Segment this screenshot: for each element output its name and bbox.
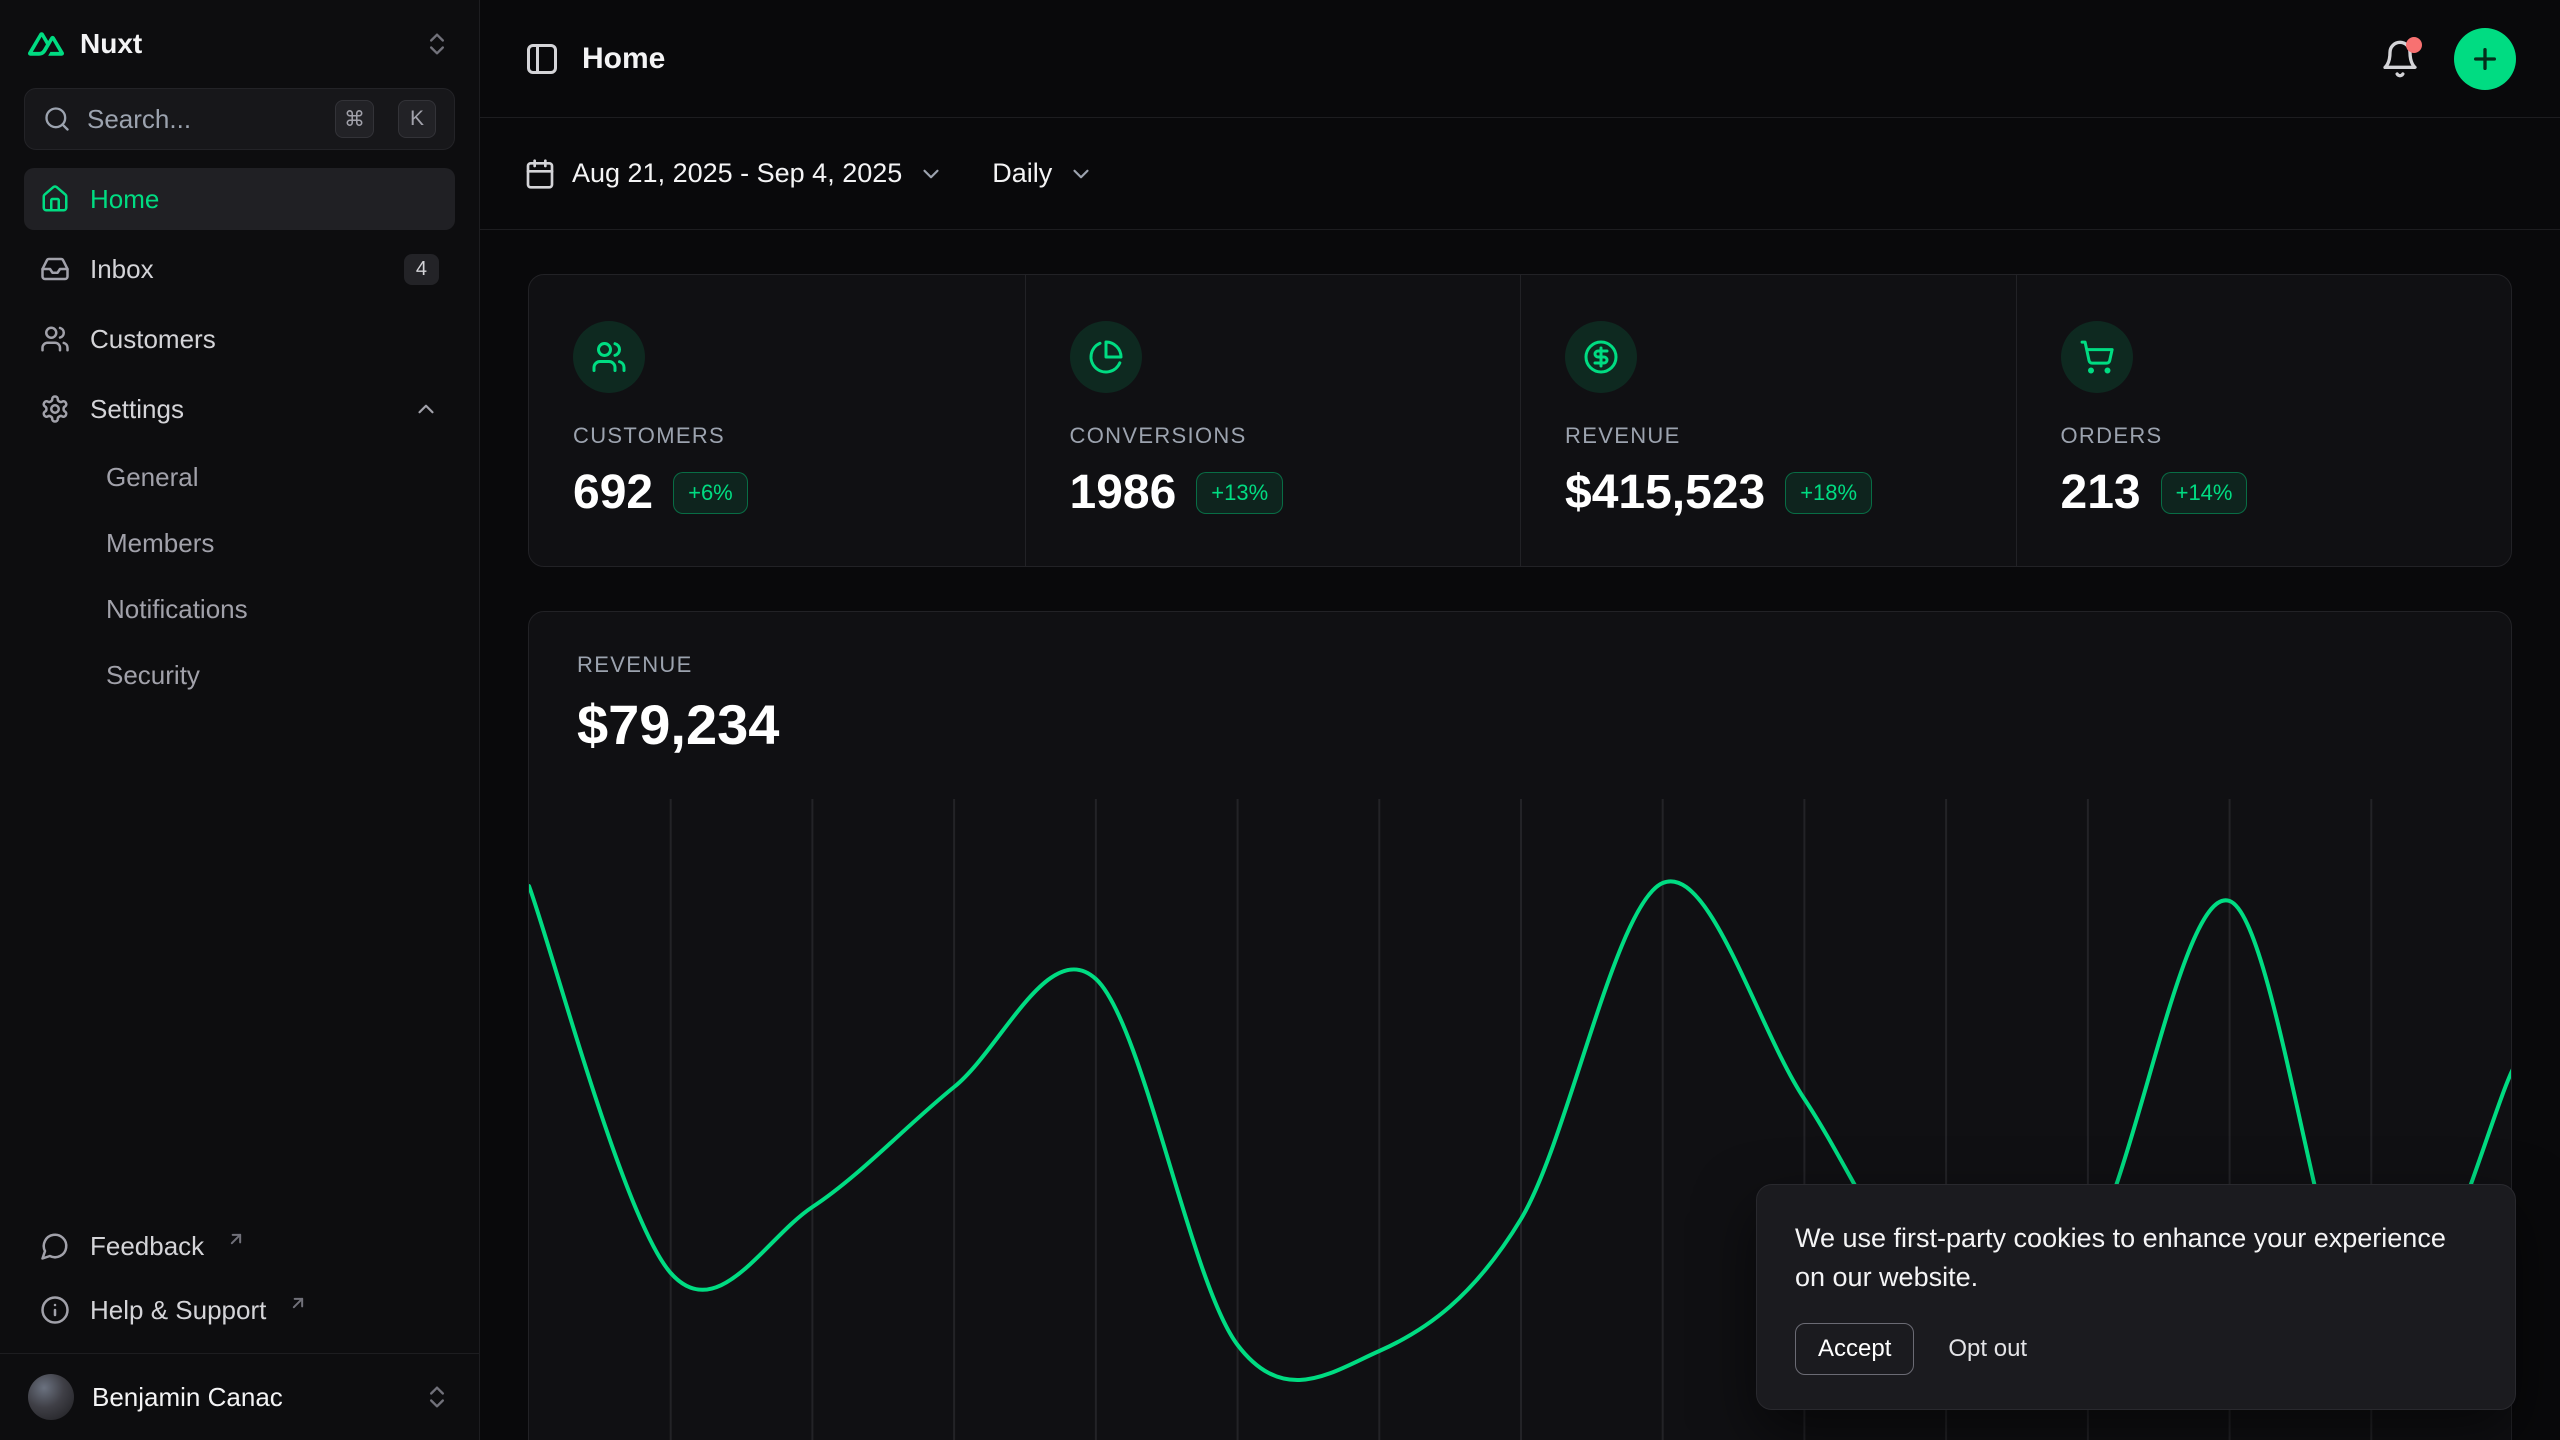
stat-orders: ORDERS 213 +14% <box>2016 275 2512 566</box>
inbox-icon <box>40 254 70 284</box>
revenue-card-value: $79,234 <box>529 692 2511 757</box>
sidebar-item-label: Customers <box>90 324 216 355</box>
stat-delta-badge: +14% <box>2161 472 2248 514</box>
notifications-button[interactable] <box>2380 39 2420 79</box>
chevron-down-icon <box>1068 161 1094 187</box>
sidebar: Nuxt Search... ⌘ K Home <box>0 0 480 1440</box>
panel-left-icon[interactable] <box>524 41 560 77</box>
footer-item-label: Feedback <box>90 1231 204 1262</box>
stat-label: CONVERSIONS <box>1070 423 1477 449</box>
stat-icon-wrap <box>1070 321 1142 393</box>
sidebar-item-notifications[interactable]: Notifications <box>24 580 455 638</box>
workspace-name: Nuxt <box>80 28 142 60</box>
sidebar-child-label: Members <box>106 528 214 559</box>
sidebar-item-security[interactable]: Security <box>24 646 455 704</box>
help-support-link[interactable]: Help & Support <box>24 1281 455 1339</box>
notification-dot <box>2406 37 2422 53</box>
feedback-link[interactable]: Feedback <box>24 1217 455 1275</box>
accept-cookies-button[interactable]: Accept <box>1795 1323 1914 1375</box>
page-title: Home <box>582 42 665 76</box>
user-menu[interactable]: Benjamin Canac <box>0 1353 479 1440</box>
sidebar-footer-nav: Feedback Help & Support <box>0 1217 479 1353</box>
dollar-circle-icon <box>1583 339 1619 375</box>
gear-icon <box>40 394 70 424</box>
chevrons-up-down-icon <box>423 1383 451 1411</box>
users-icon <box>591 339 627 375</box>
plus-icon <box>2469 43 2501 75</box>
cookie-message: We use first-party cookies to enhance yo… <box>1795 1219 2477 1297</box>
sidebar-child-label: Notifications <box>106 594 248 625</box>
sidebar-item-general[interactable]: General <box>24 448 455 506</box>
chevron-down-icon <box>918 161 944 187</box>
stat-delta-badge: +18% <box>1785 472 1872 514</box>
stat-delta-badge: +13% <box>1196 472 1283 514</box>
stat-icon-wrap <box>1565 321 1637 393</box>
sidebar-item-home[interactable]: Home <box>24 168 455 230</box>
cookie-banner: We use first-party cookies to enhance yo… <box>1756 1184 2516 1410</box>
sidebar-nav: Home Inbox 4 Customers <box>0 168 479 704</box>
chevrons-up-down-icon <box>423 30 451 58</box>
nuxt-logo-icon <box>28 26 64 62</box>
stat-delta-badge: +6% <box>673 472 748 514</box>
stat-value: 692 <box>573 465 653 520</box>
cookie-actions: Accept Opt out <box>1795 1323 2477 1375</box>
sidebar-item-settings[interactable]: Settings <box>24 378 455 440</box>
revenue-card-label: REVENUE <box>529 652 2511 678</box>
sidebar-item-members[interactable]: Members <box>24 514 455 572</box>
date-range-picker[interactable]: Aug 21, 2025 - Sep 4, 2025 <box>524 158 944 190</box>
sidebar-item-label: Settings <box>90 394 184 425</box>
sidebar-item-label: Inbox <box>90 254 154 285</box>
date-range-label: Aug 21, 2025 - Sep 4, 2025 <box>572 158 902 189</box>
stat-label: ORDERS <box>2061 423 2468 449</box>
page-header: Home <box>480 0 2560 118</box>
stat-customers: CUSTOMERS 692 +6% <box>529 275 1025 566</box>
stat-label: REVENUE <box>1565 423 1972 449</box>
sidebar-child-label: Security <box>106 660 200 691</box>
kbd-cmd: ⌘ <box>335 100 374 138</box>
granularity-select[interactable]: Daily <box>992 158 1094 189</box>
sidebar-child-label: General <box>106 462 199 493</box>
inbox-count-badge: 4 <box>404 254 439 285</box>
search-placeholder: Search... <box>87 104 319 135</box>
chevron-up-icon <box>413 396 439 422</box>
kbd-k: K <box>398 100 436 138</box>
workspace-selector[interactable]: Nuxt <box>0 0 479 82</box>
pie-chart-icon <box>1088 339 1124 375</box>
stat-label: CUSTOMERS <box>573 423 981 449</box>
footer-item-label: Help & Support <box>90 1295 266 1326</box>
sidebar-item-label: Home <box>90 184 159 215</box>
header-actions <box>2380 28 2516 90</box>
calendar-icon <box>524 158 556 190</box>
sidebar-item-inbox[interactable]: Inbox 4 <box>24 238 455 300</box>
stats-card: CUSTOMERS 692 +6% CONVERSIONS 1986 <box>528 274 2512 567</box>
external-link-icon <box>288 1293 308 1313</box>
stat-conversions: CONVERSIONS 1986 +13% <box>1025 275 1521 566</box>
search-icon <box>43 105 71 133</box>
message-bubble-icon <box>40 1231 70 1261</box>
home-icon <box>40 184 70 214</box>
stat-value: $415,523 <box>1565 465 1765 520</box>
external-link-icon <box>226 1229 246 1249</box>
filter-toolbar: Aug 21, 2025 - Sep 4, 2025 Daily <box>480 118 2560 230</box>
sidebar-spacer <box>0 704 479 1217</box>
stat-revenue: REVENUE $415,523 +18% <box>1520 275 2016 566</box>
stat-value: 1986 <box>1070 465 1177 520</box>
stat-icon-wrap <box>573 321 645 393</box>
stat-icon-wrap <box>2061 321 2133 393</box>
search-input[interactable]: Search... ⌘ K <box>24 88 455 150</box>
stat-value: 213 <box>2061 465 2141 520</box>
optout-cookies-button[interactable]: Opt out <box>1948 1335 2027 1363</box>
users-icon <box>40 324 70 354</box>
avatar <box>28 1374 74 1420</box>
granularity-label: Daily <box>992 158 1052 189</box>
info-circle-icon <box>40 1295 70 1325</box>
user-name: Benjamin Canac <box>92 1382 283 1413</box>
add-button[interactable] <box>2454 28 2516 90</box>
cart-icon <box>2079 339 2115 375</box>
sidebar-item-customers[interactable]: Customers <box>24 308 455 370</box>
